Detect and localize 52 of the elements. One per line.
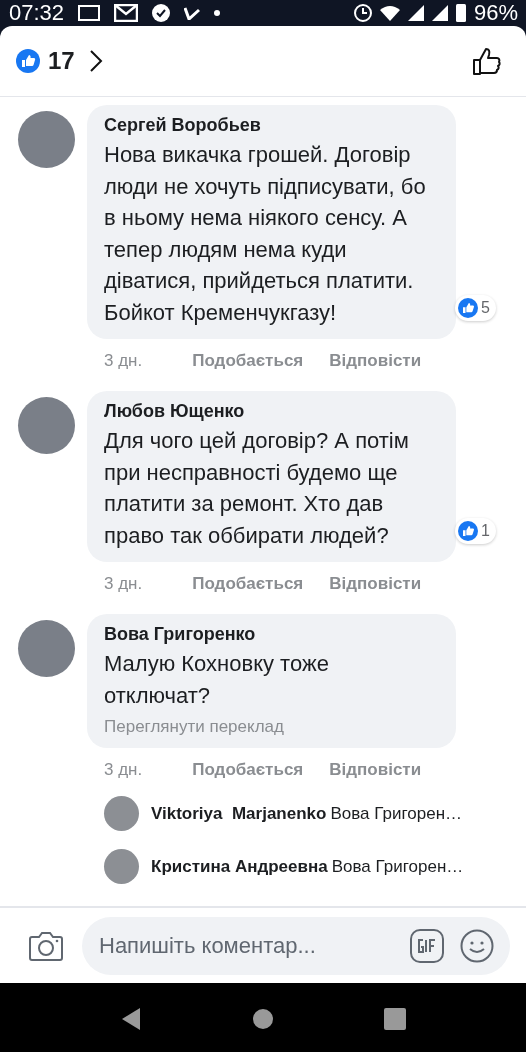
like-link[interactable]: Подобається — [192, 351, 304, 371]
comment-time: 3 дн. — [104, 351, 143, 371]
home-icon[interactable] — [252, 1008, 274, 1030]
check-circle-icon — [152, 4, 171, 22]
reply-preview[interactable]: Вова Григорен… — [330, 803, 462, 824]
reply-author[interactable]: Viktoriya Marjanenko — [151, 803, 327, 824]
comment-author[interactable]: Сергей Воробьев — [104, 115, 440, 136]
comment-text: Нова викачка грошей. Договір люди не хочуть підписувати, бо в ньому нема ніякого сенсу. А тепер людям нема куди діватися, прийдеться платити. Бойкот Кременчукгазу! — [104, 141, 427, 327]
reaction-badge[interactable]: 5 — [455, 295, 496, 321]
reply-link[interactable]: Відповісти — [329, 351, 422, 371]
avatar[interactable] — [18, 620, 75, 677]
reaction-count[interactable]: 17 — [48, 47, 75, 75]
alarm-icon — [353, 4, 372, 22]
smiley-icon[interactable] — [460, 928, 494, 963]
status-time: 07:32 — [9, 0, 65, 26]
like-reaction-icon — [458, 521, 479, 541]
wifi-icon — [379, 5, 400, 21]
reply-link[interactable]: Відповісти — [329, 760, 422, 780]
comment-input-field[interactable]: Напишіть коментар... — [82, 916, 510, 975]
checkmark-icon — [184, 6, 201, 20]
reaction-badge[interactable]: 1 — [455, 518, 496, 544]
comment-text: Малую Кохновку тоже отключат? — [104, 650, 330, 710]
reaction-count: 5 — [481, 299, 490, 317]
gif-icon[interactable] — [410, 928, 444, 963]
avatar[interactable] — [104, 849, 139, 884]
avatar[interactable] — [18, 111, 75, 168]
like-link[interactable]: Подобається — [192, 760, 304, 780]
comment-text: Для чого цей договір? А потім при несправності будемо ще платити за ремонт. Хто дав право так оббирати людей? — [104, 427, 410, 550]
comment-author[interactable]: Вова Григоренко — [104, 624, 440, 645]
avatar[interactable] — [104, 796, 139, 831]
signal-icon — [407, 5, 424, 21]
comment-time: 3 дн. — [104, 574, 143, 594]
like-icon[interactable] — [472, 46, 502, 76]
signal-icon — [431, 5, 448, 21]
like-link[interactable]: Подобається — [192, 574, 304, 594]
comment-time: 3 дн. — [104, 760, 143, 780]
dot-icon — [214, 10, 221, 16]
like-reaction-icon — [458, 298, 479, 318]
like-reaction-icon — [16, 49, 40, 73]
avatar[interactable] — [18, 397, 75, 454]
camera-icon[interactable] — [28, 929, 64, 962]
see-translation-link[interactable]: Переглянути переклад — [104, 717, 440, 737]
battery-icon — [455, 4, 466, 22]
reply-preview[interactable]: Вова Григорен… — [331, 856, 464, 877]
chevron-right-icon[interactable] — [88, 49, 103, 73]
mail-icon — [114, 4, 139, 22]
reply-author[interactable]: Кристина Андреевна — [151, 856, 328, 877]
battery-level: 96% — [473, 0, 518, 26]
comment-author[interactable]: Любов Ющенко — [104, 401, 440, 422]
back-icon[interactable] — [120, 1007, 142, 1031]
reply-link[interactable]: Відповісти — [329, 574, 422, 594]
reaction-count: 1 — [481, 522, 490, 540]
